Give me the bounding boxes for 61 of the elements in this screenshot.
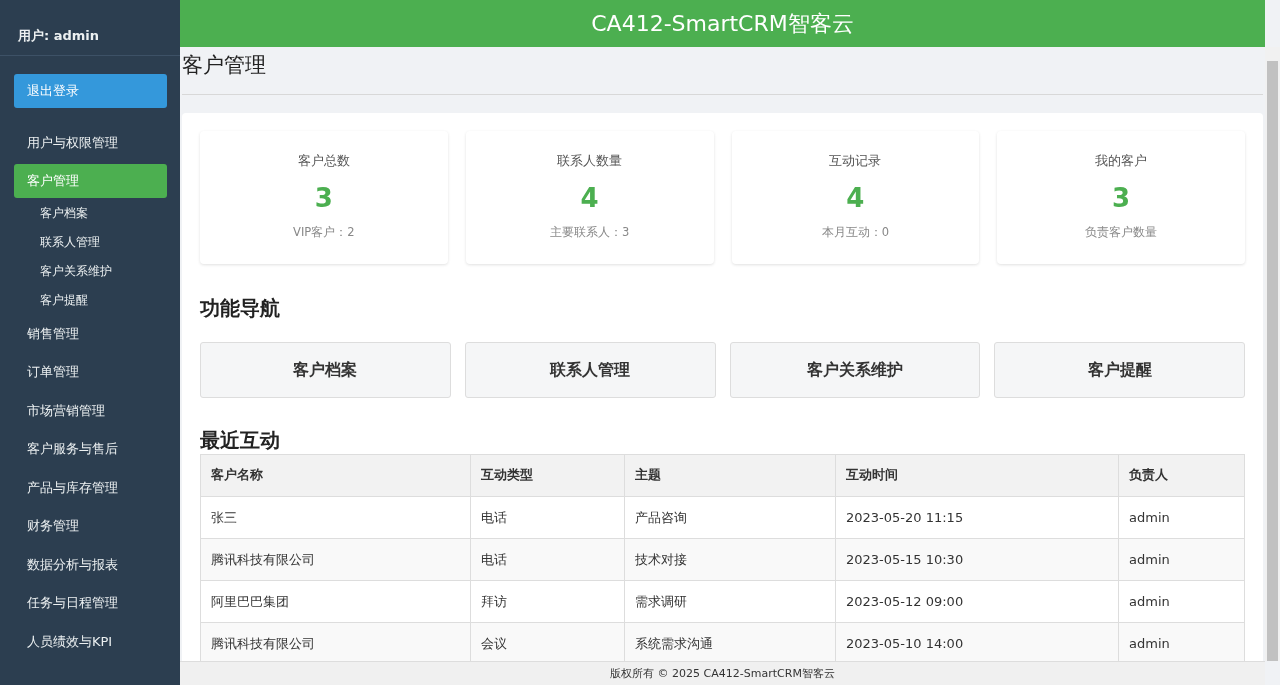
stat-value: 4 xyxy=(845,182,866,214)
stat-value: 4 xyxy=(579,182,600,214)
table-cell: 技术对接 xyxy=(624,538,836,581)
table-cell: 2023-05-10 14:00 xyxy=(835,622,1119,661)
nav-button[interactable]: 客户档案 xyxy=(200,342,451,399)
table-cell: admin xyxy=(1118,538,1245,581)
table-cell: 阿里巴巴集团 xyxy=(200,580,471,623)
nav-button[interactable]: 客户提醒 xyxy=(994,342,1245,399)
sidebar-item[interactable]: 人员绩效与KPI xyxy=(14,624,167,659)
sidebar-subitem[interactable]: 客户提醒 xyxy=(40,285,88,315)
stat-note: VIP客户：2 xyxy=(292,223,356,241)
column-header: 主题 xyxy=(624,454,836,497)
stat-note: 本月互动：0 xyxy=(820,223,891,241)
sidebar-item[interactable]: 数据分析与报表 xyxy=(14,547,167,582)
stat-value: 3 xyxy=(1111,182,1132,214)
column-header: 客户名称 xyxy=(200,454,471,497)
table-cell: admin xyxy=(1118,496,1245,539)
stat-note: 负责客户数量 xyxy=(1084,223,1159,241)
table-cell: 腾讯科技有限公司 xyxy=(200,622,471,661)
sidebar-subitem[interactable]: 客户关系维护 xyxy=(40,256,112,286)
scrollbar[interactable] xyxy=(1265,47,1280,661)
sidebar-item[interactable]: 用户与权限管理 xyxy=(14,125,167,160)
table-cell: 电话 xyxy=(470,538,625,581)
table-cell: 电话 xyxy=(470,496,625,539)
stat-label: 我的客户 xyxy=(1094,152,1149,171)
section-heading: 功能导航 xyxy=(200,296,281,321)
column-header: 互动类型 xyxy=(470,454,625,497)
footer-text: 版权所有 © 2025 CA412-SmartCRM智客云 xyxy=(180,661,1265,685)
nav-button[interactable]: 客户关系维护 xyxy=(729,342,981,399)
stat-label: 客户总数 xyxy=(296,152,351,171)
sidebar-item[interactable]: 任务与日程管理 xyxy=(14,586,167,620)
stat-label: 互动记录 xyxy=(828,152,883,171)
table-cell: 2023-05-12 09:00 xyxy=(835,580,1119,623)
table-cell: 张三 xyxy=(200,496,471,539)
app-header: CA412-SmartCRM智客云 xyxy=(180,0,1265,47)
table-cell: 产品咨询 xyxy=(624,496,836,539)
table-cell: admin xyxy=(1118,622,1245,661)
stat-note: 主要联系人：3 xyxy=(548,223,631,241)
column-header: 负责人 xyxy=(1118,454,1245,497)
nav-button[interactable]: 联系人管理 xyxy=(464,342,716,399)
table-cell: 2023-05-15 10:30 xyxy=(835,538,1119,581)
table-cell: 需求调研 xyxy=(624,580,836,623)
sidebar-item[interactable]: 客户服务与售后 xyxy=(14,432,167,466)
table-cell: admin xyxy=(1118,580,1245,623)
table-cell: 腾讯科技有限公司 xyxy=(200,538,471,581)
table-cell: 会议 xyxy=(470,622,625,661)
page-title: 客户管理 xyxy=(182,53,1263,96)
sidebar-item[interactable]: 市场营销管理 xyxy=(14,393,167,428)
sidebar-item[interactable]: 订单管理 xyxy=(14,355,167,389)
section-heading: 最近互动 xyxy=(200,428,281,453)
sidebar-subitem[interactable]: 客户档案 xyxy=(40,198,88,228)
sidebar-item[interactable]: 销售管理 xyxy=(14,316,167,351)
column-header: 互动时间 xyxy=(835,454,1119,497)
table-cell: 2023-05-20 11:15 xyxy=(835,496,1119,539)
stat-value: 3 xyxy=(313,182,334,214)
stat-label: 联系人数量 xyxy=(556,152,624,171)
sidebar-subitem[interactable]: 联系人管理 xyxy=(40,227,100,257)
table-cell: 系统需求沟通 xyxy=(624,622,836,661)
sidebar-item[interactable]: 产品与库存管理 xyxy=(14,470,167,505)
sidebar-item[interactable]: 财务管理 xyxy=(14,509,167,543)
table-cell: 拜访 xyxy=(470,580,625,623)
